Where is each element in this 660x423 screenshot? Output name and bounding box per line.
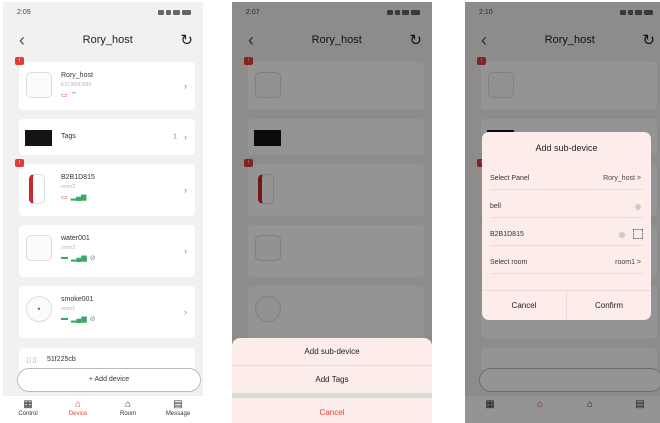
back-arrow-icon[interactable]: ‹ bbox=[19, 30, 35, 51]
battery-icon: ▬ bbox=[61, 315, 68, 322]
device-name: smoke001 bbox=[61, 296, 94, 303]
battery-icon: ▭ bbox=[61, 194, 68, 201]
tags-count: 1 bbox=[173, 133, 177, 141]
bottom-nav: ▦ Control ⌂ Device ⌂ Room ▤ Message bbox=[3, 395, 203, 423]
device-card-smoke001[interactable]: • smoke001 room1 ▬ ▂▄▆ ⊘ › bbox=[19, 286, 195, 338]
room-icon: ⌂ bbox=[124, 399, 132, 410]
alert-badge: ! bbox=[15, 159, 24, 167]
device-card-water001[interactable]: water001 room2 ▬ ▂▄▆ ⊘ › bbox=[19, 225, 195, 277]
status-icons bbox=[158, 9, 191, 15]
device-name: water001 bbox=[61, 235, 90, 242]
select-panel-row[interactable]: Select Panel Rory_host > bbox=[490, 168, 643, 190]
door-sensor-image bbox=[29, 174, 45, 204]
add-menu-screen: 2:07 ‹ Rory_host ↻ ! ! Add sub-device Ad… bbox=[232, 2, 432, 423]
device-status-icons: ▬ ▂▄▆ ⊘ bbox=[61, 254, 96, 262]
dialog-buttons: Cancel Confirm bbox=[482, 290, 651, 320]
chevron-right-icon: › bbox=[184, 246, 187, 256]
chevron-right-icon: › bbox=[184, 81, 187, 91]
status-time: 2:09 bbox=[17, 8, 31, 16]
mute-icon: ⊘ bbox=[89, 316, 96, 323]
add-sub-device-screen: 2:10 ‹ Rory_host ↻ ! ! ▦ ⌂ ⌂ ▤ Add sub-d… bbox=[465, 2, 660, 423]
page-title: Rory_host bbox=[82, 34, 133, 46]
device-list-screen: 2:09 ‹ Rory_host ↻ ! Rory_host E1C900D68… bbox=[3, 2, 203, 423]
name-field[interactable]: bell bbox=[490, 196, 643, 218]
top-bar: ‹ Rory_host ↻ bbox=[3, 22, 203, 58]
status-bar: 2:09 bbox=[3, 2, 203, 22]
cancel-button[interactable]: Cancel bbox=[232, 398, 432, 423]
device-status-icons: ▭ ▂▄▆ bbox=[61, 193, 86, 201]
cancel-button[interactable]: Cancel bbox=[482, 291, 567, 320]
message-icon: ▤ bbox=[173, 399, 183, 410]
dialog-title: Add sub-device bbox=[535, 143, 598, 153]
control-icon: ▦ bbox=[23, 399, 33, 410]
device-status-icons: ▬ ▂▄▆ ⊘ bbox=[61, 315, 96, 323]
clear-icon[interactable] bbox=[619, 232, 625, 238]
nav-control[interactable]: ▦ Control bbox=[4, 396, 52, 423]
device-id-value: B2B1D815 bbox=[490, 231, 524, 238]
nav-message[interactable]: ▤ Message bbox=[154, 396, 202, 423]
confirm-button[interactable]: Confirm bbox=[567, 291, 651, 320]
nav-label: Control bbox=[18, 411, 38, 417]
select-room-value: room1 > bbox=[615, 259, 641, 266]
add-sub-device-option[interactable]: Add sub-device bbox=[232, 338, 432, 366]
nav-label: Device bbox=[68, 411, 88, 417]
clear-icon[interactable] bbox=[635, 204, 641, 210]
nav-label: Message bbox=[165, 411, 191, 417]
nav-device[interactable]: ⌂ Device bbox=[54, 396, 102, 423]
select-panel-value: Rory_host > bbox=[603, 175, 641, 182]
device-type-icon: ▯ ▯ bbox=[27, 357, 37, 364]
device-room: room2 bbox=[61, 184, 76, 190]
water-sensor-image bbox=[26, 235, 52, 261]
battery-icon: ▭ bbox=[61, 92, 68, 99]
signal-icon: ▂▄▆ bbox=[71, 255, 87, 262]
select-panel-label: Select Panel bbox=[490, 175, 530, 182]
alert-badge: ! bbox=[15, 57, 24, 65]
chevron-right-icon: › bbox=[184, 132, 187, 142]
device-name: Rory_host bbox=[61, 72, 93, 79]
device-room: room2 bbox=[61, 245, 76, 251]
add-sub-device-dialog: Add sub-device Select Panel Rory_host > … bbox=[482, 132, 651, 320]
wifi-icon: ⌔ bbox=[70, 92, 78, 99]
device-id: E1C900D689 bbox=[61, 82, 92, 88]
tags-label: Tags bbox=[61, 133, 76, 140]
device-room: room1 bbox=[61, 306, 76, 312]
device-status-icons: ▭ ⌔ bbox=[61, 91, 77, 100]
select-room-label: Select room bbox=[490, 259, 528, 266]
mute-icon: ⊘ bbox=[89, 255, 96, 262]
scan-qr-icon[interactable] bbox=[633, 229, 643, 239]
device-card-b2b1d815[interactable]: ! B2B1D815 room2 ▭ ▂▄▆ › bbox=[15, 159, 195, 216]
add-device-button[interactable]: + Add device bbox=[17, 368, 201, 392]
signal-icon: ▂▄▆ bbox=[71, 316, 87, 323]
name-value: bell bbox=[490, 203, 501, 210]
chevron-right-icon: › bbox=[184, 185, 187, 195]
add-tags-option[interactable]: Add Tags bbox=[232, 366, 432, 394]
device-name: 51f225cb bbox=[47, 356, 76, 363]
chevron-right-icon: › bbox=[184, 307, 187, 317]
smoke-detector-icon: • bbox=[26, 296, 52, 322]
device-card-tags[interactable]: Tags 1 › bbox=[19, 119, 195, 155]
add-action-sheet: Add sub-device Add Tags Cancel bbox=[232, 338, 432, 423]
device-name: B2B1D815 bbox=[61, 174, 95, 181]
device-id-field[interactable]: B2B1D815 bbox=[490, 224, 643, 246]
device-icon: ⌂ bbox=[74, 399, 82, 410]
nav-room[interactable]: ⌂ Room bbox=[104, 396, 152, 423]
select-room-row[interactable]: Select room room1 > bbox=[490, 252, 643, 274]
tag-card-image bbox=[25, 130, 52, 146]
device-card-host[interactable]: ! Rory_host E1C900D689 ▭ ⌔ › bbox=[15, 57, 195, 110]
refresh-icon[interactable]: ↻ bbox=[180, 31, 193, 49]
host-device-image bbox=[26, 72, 52, 98]
battery-icon: ▬ bbox=[61, 254, 68, 261]
signal-icon: ▂▄▆ bbox=[70, 194, 87, 201]
nav-label: Room bbox=[119, 411, 136, 417]
